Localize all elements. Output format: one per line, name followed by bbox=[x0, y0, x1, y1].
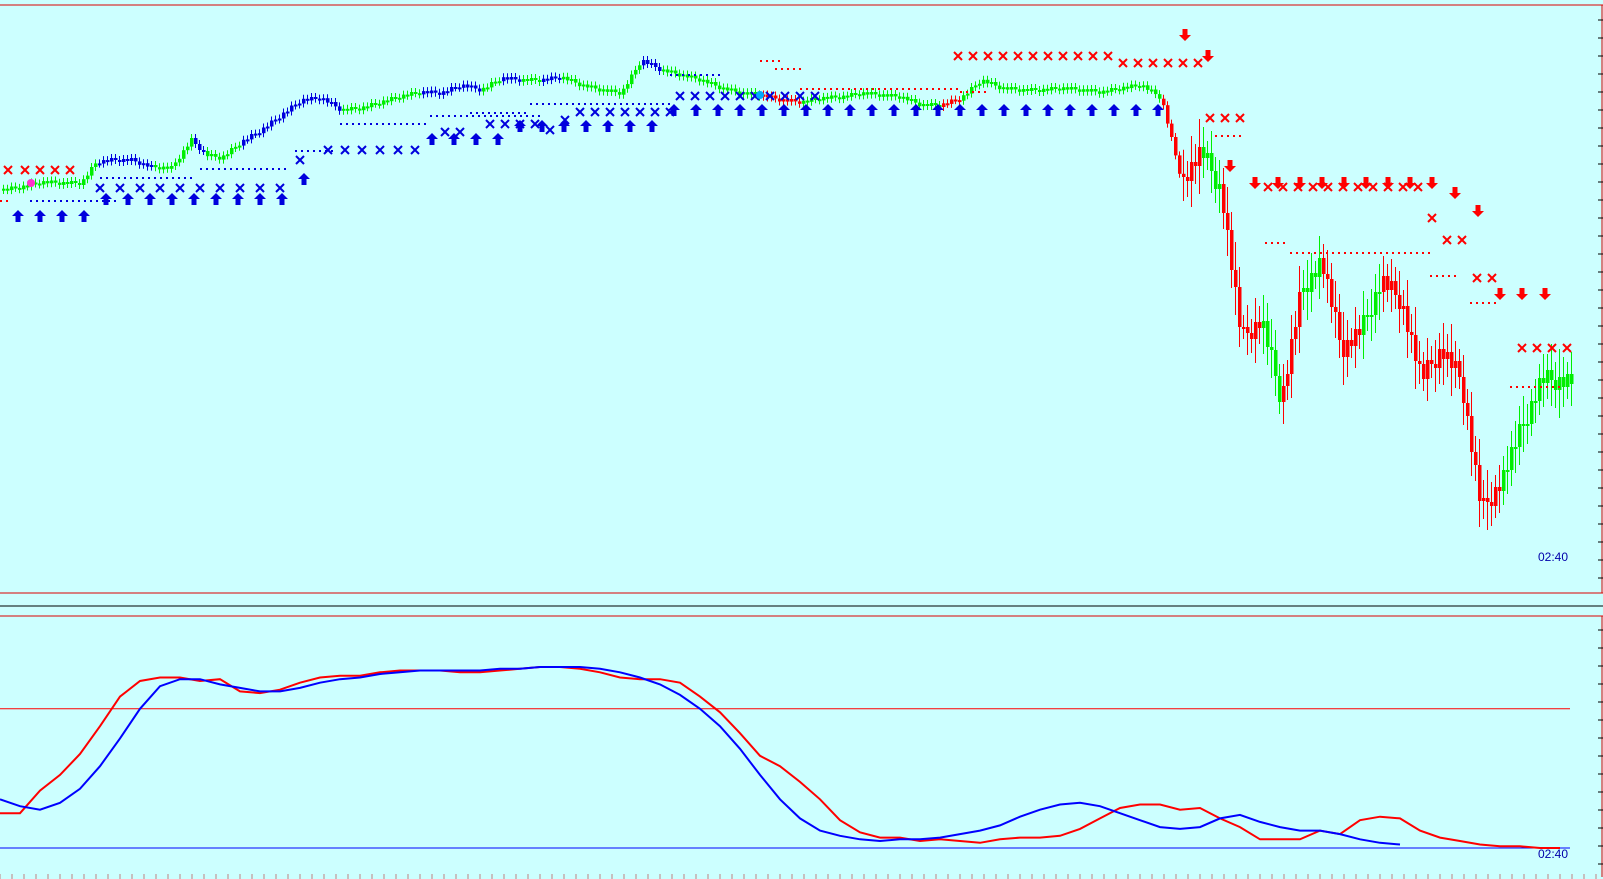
fast-oscillator-line bbox=[0, 666, 1560, 849]
slow-oscillator-line bbox=[0, 666, 1401, 846]
chart-window: 02:40 02:40 bbox=[0, 0, 1603, 879]
oscillator-panel bbox=[0, 605, 1603, 879]
price-time-label: 02:40 bbox=[1538, 550, 1569, 564]
oscillator-time-label: 02:40 bbox=[1538, 847, 1569, 861]
